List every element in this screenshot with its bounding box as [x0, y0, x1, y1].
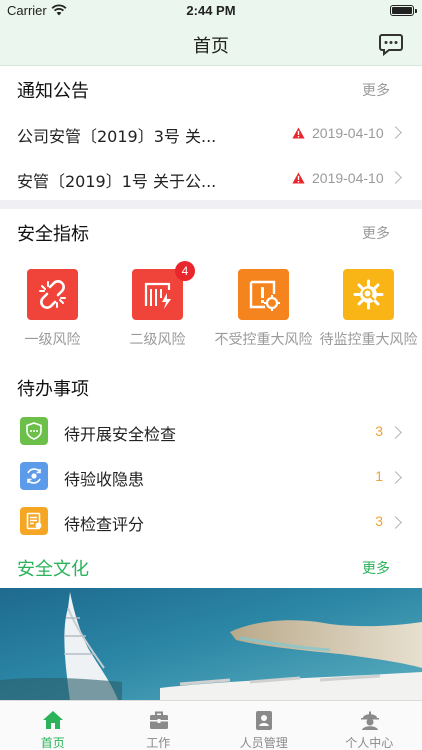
- tab-work[interactable]: 工作: [106, 701, 212, 750]
- banner-photo: [0, 588, 422, 700]
- notice-text: 安管〔2019〕1号 关于公...: [17, 172, 217, 191]
- indicators-title: 安全指标: [17, 224, 89, 245]
- todo-item-safety-inspection[interactable]: 待开展安全检查 3: [0, 410, 422, 455]
- warning-icon: [292, 127, 305, 139]
- chevron-right-icon: [389, 171, 402, 184]
- indicator-label: 二级风险: [129, 332, 186, 348]
- indicator-label: 待监控重大风险: [319, 332, 418, 348]
- battery-icon: [390, 5, 417, 16]
- chevron-right-icon: [389, 426, 402, 439]
- todos-header: 待办事项: [0, 364, 422, 408]
- tab-profile[interactable]: 个人中心: [317, 701, 422, 750]
- todo-count: 3: [375, 513, 383, 529]
- culture-header: 安全文化 更多: [0, 544, 422, 588]
- tab-label: 工作: [146, 736, 171, 750]
- indicator-level1-risk[interactable]: 一级风险: [0, 269, 105, 369]
- chevron-right-icon: [389, 126, 402, 139]
- notice-item[interactable]: 安管〔2019〕1号 关于公... 2019-04-10: [0, 156, 422, 200]
- indicator-badge: 4: [175, 261, 195, 281]
- todo-item-hazard-acceptance[interactable]: 待验收隐患 1: [0, 455, 422, 500]
- indicator-level2-risk[interactable]: 4 二级风险: [105, 261, 210, 369]
- todo-label: 待验收隐患: [64, 470, 145, 489]
- todo-item-inspection-scoring[interactable]: 待检查评分 3: [0, 500, 422, 545]
- contact-card-icon: [256, 711, 272, 730]
- tab-label: 个人中心: [345, 736, 394, 750]
- broken-link-icon: [27, 269, 78, 320]
- warning-icon: [292, 172, 305, 184]
- todo-label: 待开展安全检查: [64, 425, 177, 444]
- tab-home[interactable]: 首页: [0, 701, 106, 750]
- notices-header: 通知公告 更多: [0, 66, 422, 110]
- todos-title: 待办事项: [17, 379, 89, 400]
- score-sheet-icon: [20, 507, 48, 535]
- culture-title: 安全文化: [17, 559, 89, 580]
- chevron-right-icon: [389, 516, 402, 529]
- briefcase-icon: [149, 711, 168, 729]
- culture-more-link[interactable]: 更多: [362, 558, 390, 578]
- notices-more-link[interactable]: 更多: [362, 80, 390, 100]
- indicators-header: 安全指标 更多: [0, 209, 422, 253]
- notice-date: 2019-04-10: [312, 170, 384, 186]
- indicator-pending-major-risk[interactable]: 待监控重大风险: [316, 269, 421, 369]
- power-warning-icon: [132, 269, 183, 320]
- gear-search-icon: [343, 269, 394, 320]
- page-title: 首页: [193, 36, 229, 57]
- chevron-right-icon: [389, 471, 402, 484]
- notice-date: 2019-04-10: [312, 125, 384, 141]
- notice-item[interactable]: 公司安管〔2019〕3号 关... 2019-04-10: [0, 111, 422, 155]
- chat-bubble-icon[interactable]: [378, 32, 404, 56]
- eye-sync-icon: [20, 462, 48, 490]
- culture-banner-image[interactable]: [0, 588, 422, 700]
- home-icon: [43, 711, 63, 729]
- todo-count: 3: [375, 423, 383, 439]
- alert-gear-icon: [238, 269, 289, 320]
- todo-label: 待检查评分: [64, 515, 145, 534]
- tab-label: 人员管理: [239, 736, 288, 750]
- indicator-label: 不受控重大风险: [214, 332, 313, 348]
- indicator-label: 一级风险: [24, 332, 81, 348]
- section-divider: [0, 200, 422, 209]
- notices-title: 通知公告: [17, 81, 89, 102]
- indicators-more-link[interactable]: 更多: [362, 223, 390, 243]
- notice-text: 公司安管〔2019〕3号 关...: [17, 127, 217, 146]
- nav-bar: 首页: [0, 22, 422, 66]
- tab-personnel[interactable]: 人员管理: [211, 701, 317, 750]
- clock: 2:44 PM: [186, 3, 236, 18]
- tab-label: 首页: [40, 736, 65, 750]
- indicator-uncontrolled-major-risk[interactable]: 不受控重大风险: [211, 269, 316, 369]
- shield-check-icon: [20, 417, 48, 445]
- person-helmet-icon: [360, 711, 379, 730]
- status-bar: Carrier 2:44 PM: [0, 0, 422, 22]
- tab-bar: 首页 工作 人员管理 个人中心: [0, 700, 422, 750]
- todo-count: 1: [375, 468, 383, 484]
